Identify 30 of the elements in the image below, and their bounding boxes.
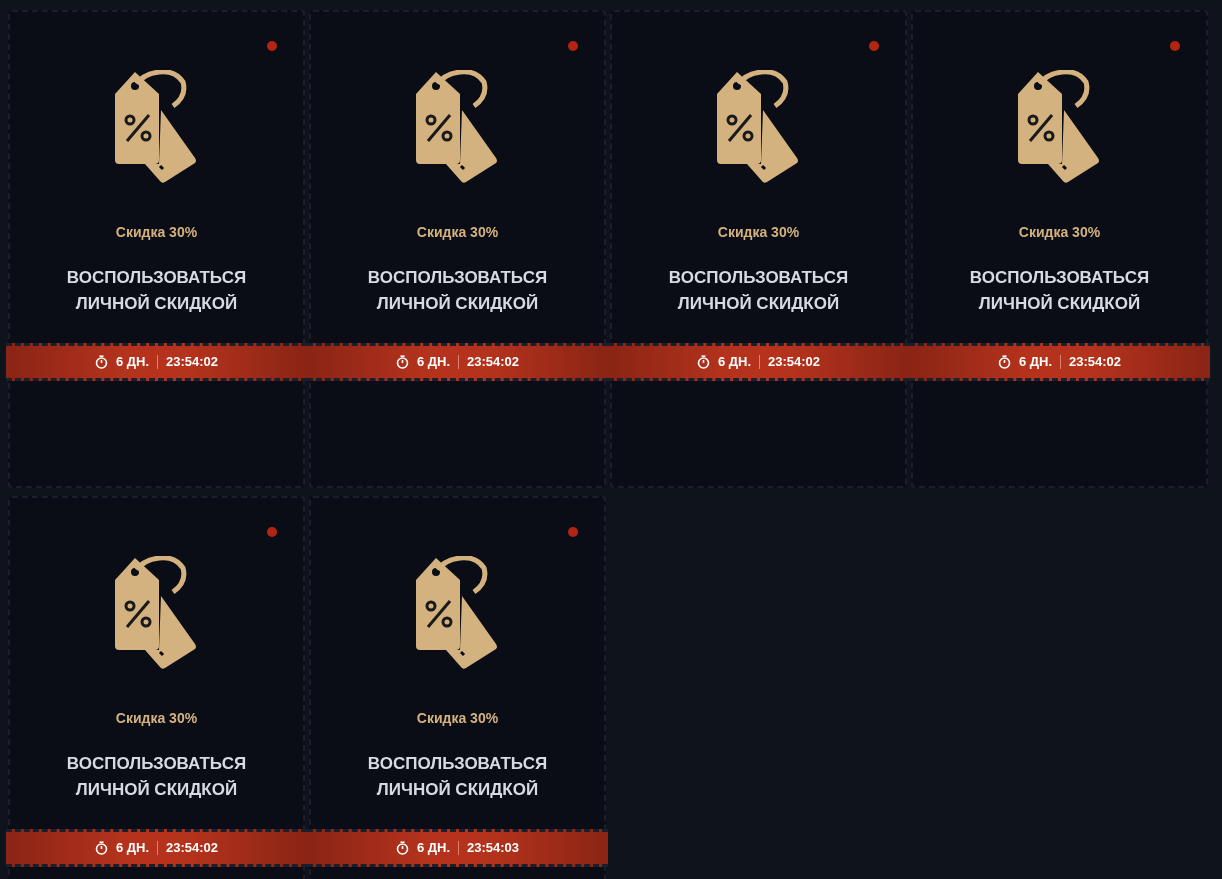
days-remaining: 6 ДН.	[115, 353, 150, 372]
time-remaining: 23:54:03	[467, 839, 520, 858]
offer-title: ВОСПОЛЬЗОВАТЬСЯ ЛИЧНОЙ СКИДКОЙ	[667, 267, 850, 315]
offer-card[interactable]: Скидка 30% ВОСПОЛЬЗОВАТЬСЯ ЛИЧНОЙ СКИДКОЙ 6 ДН. 23:54:02	[610, 10, 907, 488]
offer-card[interactable]: Скидка 30% ВОСПОЛЬЗОВАТЬСЯ ЛИЧНОЙ СКИДКОЙ 6 ДН. 23:54:02	[911, 10, 1208, 488]
days-remaining: 6 ДН.	[416, 353, 451, 372]
discount-label: Скидка 30%	[115, 223, 198, 242]
discount-label: Скидка 30%	[115, 709, 198, 728]
offer-card[interactable]: Скидка 30% ВОСПОЛЬЗОВАТЬСЯ ЛИЧНОЙ СКИДКОЙ 6 ДН. 23:54:02	[309, 10, 606, 488]
offer-title: ВОСПОЛЬЗОВАТЬСЯ ЛИЧНОЙ СКИДКОЙ	[65, 753, 248, 801]
time-remaining: 23:54:02	[768, 353, 821, 372]
days-remaining: 6 ДН.	[717, 353, 752, 372]
offer-card[interactable]: Скидка 30% ВОСПОЛЬЗОВАТЬСЯ ЛИЧНОЙ СКИДКОЙ 6 ДН. 23:54:02	[8, 10, 305, 488]
discount-label: Скидка 30%	[717, 223, 800, 242]
days-remaining: 6 ДН.	[1018, 353, 1053, 372]
offer-card[interactable]: Скидка 30% ВОСПОЛЬЗОВАТЬСЯ ЛИЧНОЙ СКИДКОЙ 6 ДН. 23:54:02	[8, 496, 305, 879]
offer-title: ВОСПОЛЬЗОВАТЬСЯ ЛИЧНОЙ СКИДКОЙ	[65, 267, 248, 315]
days-remaining: 6 ДН.	[115, 839, 150, 858]
discount-label: Скидка 30%	[416, 223, 499, 242]
days-remaining: 6 ДН.	[416, 839, 451, 858]
time-remaining: 23:54:02	[1069, 353, 1122, 372]
offer-title: ВОСПОЛЬЗОВАТЬСЯ ЛИЧНОЙ СКИДКОЙ	[366, 267, 549, 315]
offer-card[interactable]: Скидка 30% ВОСПОЛЬЗОВАТЬСЯ ЛИЧНОЙ СКИДКОЙ 6 ДН. 23:54:03	[309, 496, 606, 879]
time-remaining: 23:54:02	[166, 353, 219, 372]
time-remaining: 23:54:02	[467, 353, 520, 372]
offer-title: ВОСПОЛЬЗОВАТЬСЯ ЛИЧНОЙ СКИДКОЙ	[968, 267, 1151, 315]
time-remaining: 23:54:02	[166, 839, 219, 858]
offer-title: ВОСПОЛЬЗОВАТЬСЯ ЛИЧНОЙ СКИДКОЙ	[366, 753, 549, 801]
discount-label: Скидка 30%	[1018, 223, 1101, 242]
discount-label: Скидка 30%	[416, 709, 499, 728]
